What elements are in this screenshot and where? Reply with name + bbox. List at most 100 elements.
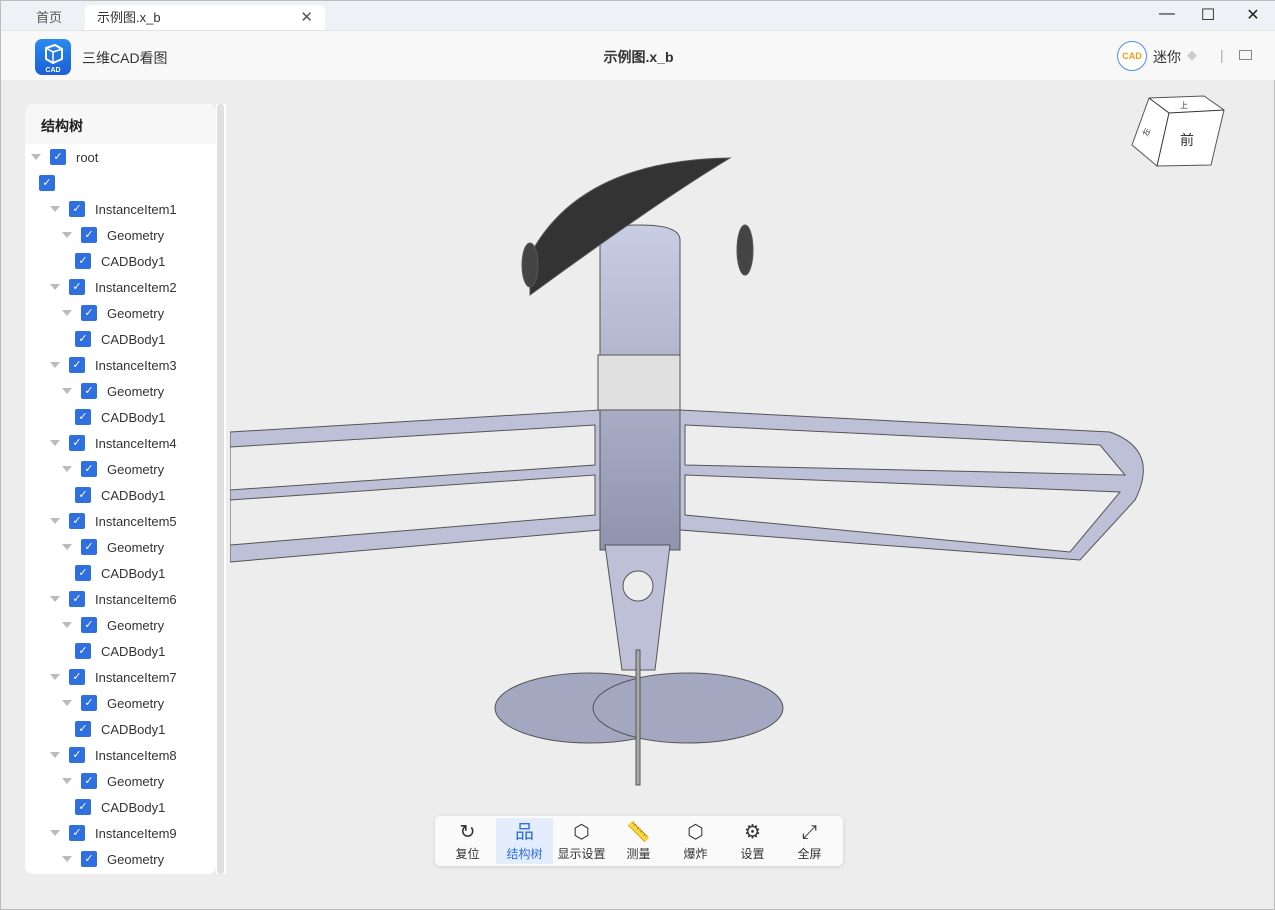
tree-button[interactable]: 品结构树 — [496, 818, 553, 864]
expand-toggle-icon[interactable] — [62, 466, 72, 472]
tree-node[interactable]: ✓ InstanceItem2 — [50, 274, 177, 300]
visibility-checkbox[interactable]: ✓ — [75, 721, 91, 737]
tree-node[interactable]: ✓ Geometry — [62, 378, 164, 404]
visibility-checkbox[interactable]: ✓ — [69, 357, 85, 373]
visibility-checkbox[interactable]: ✓ — [69, 669, 85, 685]
visibility-checkbox[interactable]: ✓ — [39, 175, 55, 191]
tree-node[interactable]: ✓ InstanceItem8 — [50, 742, 177, 768]
visibility-checkbox[interactable]: ✓ — [75, 799, 91, 815]
tree-node[interactable]: ✓ InstanceItem5 — [50, 508, 177, 534]
expand-toggle-icon[interactable] — [62, 622, 72, 628]
expand-toggle-icon[interactable] — [50, 830, 60, 836]
expand-toggle-icon[interactable] — [62, 388, 72, 394]
tree-scrollbar[interactable] — [216, 104, 226, 874]
expand-toggle-icon[interactable] — [62, 544, 72, 550]
tree-node[interactable]: ✓ InstanceItem7 — [50, 664, 177, 690]
tree-node[interactable]: ✓ InstanceItem9 — [50, 820, 177, 846]
fullscreen-button[interactable]: ⤢ 全屏 — [781, 818, 838, 864]
visibility-checkbox[interactable]: ✓ — [75, 643, 91, 659]
maximize-button[interactable]: ☐ — [1188, 5, 1228, 25]
tree-node[interactable]: ✓ Geometry — [62, 612, 164, 638]
tree-node[interactable]: ✓ InstanceItem3 — [50, 352, 177, 378]
tree-node[interactable]: ✓ Geometry — [62, 690, 164, 716]
visibility-checkbox[interactable]: ✓ — [75, 487, 91, 503]
cube-front-face[interactable]: 前 — [1180, 132, 1194, 148]
visibility-checkbox[interactable]: ✓ — [81, 539, 97, 555]
visibility-checkbox[interactable]: ✓ — [69, 435, 85, 451]
visibility-checkbox[interactable]: ✓ — [69, 513, 85, 529]
visibility-checkbox[interactable]: ✓ — [81, 617, 97, 633]
mail-icon[interactable] — [1239, 50, 1252, 60]
divider: | — [1220, 47, 1224, 63]
tree-node[interactable]: ✓ Geometry — [62, 846, 164, 872]
expand-toggle-icon[interactable] — [62, 310, 72, 316]
tree-node[interactable]: ✓ CADBody1 — [75, 404, 165, 430]
tree-node[interactable]: ✓ CADBody1 — [75, 326, 165, 352]
expand-toggle-icon[interactable] — [62, 232, 72, 238]
tree-node[interactable]: ✓ InstanceItem1 — [50, 196, 177, 222]
visibility-checkbox[interactable]: ✓ — [69, 591, 85, 607]
model-viewport[interactable] — [230, 80, 1275, 870]
expand-toggle-icon[interactable] — [50, 284, 60, 290]
tree-node[interactable]: ✓ CADBody1 — [75, 794, 165, 820]
user-name[interactable]: 迷你 — [1153, 47, 1181, 67]
expand-toggle-icon[interactable] — [50, 518, 60, 524]
tree-node[interactable]: ✓ Geometry — [62, 768, 164, 794]
visibility-checkbox[interactable]: ✓ — [69, 201, 85, 217]
tree-node[interactable]: ✓ CADBody1 — [75, 716, 165, 742]
minimize-button[interactable]: — — [1147, 5, 1187, 23]
display-settings-button[interactable]: ⬡ 显示设置 — [553, 818, 610, 864]
visibility-checkbox[interactable]: ✓ — [81, 695, 97, 711]
visibility-checkbox[interactable]: ✓ — [75, 253, 91, 269]
tree-node[interactable]: ✓ CADBody1 — [75, 560, 165, 586]
expand-toggle-icon[interactable] — [50, 596, 60, 602]
tree-node[interactable]: ✓ Geometry — [62, 300, 164, 326]
close-window-button[interactable]: ✕ — [1233, 5, 1273, 25]
visibility-checkbox[interactable]: ✓ — [81, 305, 97, 321]
expand-toggle-icon[interactable] — [50, 674, 60, 680]
ruler-button[interactable]: 📏 测量 — [610, 818, 667, 864]
expand-toggle-icon[interactable] — [31, 154, 41, 160]
close-tab-icon[interactable]: ✕ — [300, 5, 313, 30]
visibility-checkbox[interactable]: ✓ — [75, 565, 91, 581]
tree-node[interactable]: ✓ root — [31, 144, 98, 170]
tree-node[interactable]: ✓ CADBody1 — [75, 638, 165, 664]
toolbar-label: 设置 — [740, 847, 765, 861]
visibility-checkbox[interactable]: ✓ — [81, 227, 97, 243]
visibility-checkbox[interactable]: ✓ — [75, 331, 91, 347]
visibility-checkbox[interactable]: ✓ — [81, 383, 97, 399]
visibility-checkbox[interactable]: ✓ — [75, 409, 91, 425]
tree-node[interactable]: ✓ CADBody1 — [75, 248, 165, 274]
settings-button[interactable]: ⚙ 设置 — [724, 818, 781, 864]
tree-node[interactable]: ✓ InstanceItem6 — [50, 586, 177, 612]
tree-node[interactable]: ✓ Geometry — [62, 222, 164, 248]
tree-node[interactable]: ✓ — [39, 170, 65, 196]
expand-toggle-icon[interactable] — [62, 700, 72, 706]
visibility-checkbox[interactable]: ✓ — [69, 747, 85, 763]
expand-toggle-icon[interactable] — [50, 752, 60, 758]
visibility-checkbox[interactable]: ✓ — [81, 773, 97, 789]
visibility-checkbox[interactable]: ✓ — [81, 461, 97, 477]
scrollbar-thumb[interactable] — [217, 104, 224, 874]
visibility-checkbox[interactable]: ✓ — [81, 851, 97, 867]
tab-document[interactable]: 示例图.x_b ✕ — [85, 5, 325, 30]
visibility-checkbox[interactable]: ✓ — [50, 149, 66, 165]
expand-toggle-icon[interactable] — [62, 778, 72, 784]
user-avatar[interactable]: CAD — [1117, 41, 1147, 71]
explode-button[interactable]: ⬡ 爆炸 — [667, 818, 724, 864]
tree-node[interactable]: ✓ InstanceItem4 — [50, 430, 177, 456]
visibility-checkbox[interactable]: ✓ — [69, 825, 85, 841]
tree-node[interactable]: ✓ Geometry — [62, 456, 164, 482]
tree-node[interactable]: ✓ CADBody1 — [75, 482, 165, 508]
view-cube[interactable]: 前 上 左 — [1129, 93, 1229, 173]
reset-button[interactable]: ↻ 复位 — [439, 818, 496, 864]
expand-toggle-icon[interactable] — [50, 206, 60, 212]
expand-toggle-icon[interactable] — [50, 440, 60, 446]
tab-home[interactable]: 首页 — [15, 5, 83, 30]
tree-node-label: Geometry — [107, 461, 165, 477]
cube-top-face[interactable]: 上 — [1180, 101, 1188, 110]
expand-toggle-icon[interactable] — [62, 856, 72, 862]
visibility-checkbox[interactable]: ✓ — [69, 279, 85, 295]
tree-node[interactable]: ✓ Geometry — [62, 534, 164, 560]
expand-toggle-icon[interactable] — [50, 362, 60, 368]
